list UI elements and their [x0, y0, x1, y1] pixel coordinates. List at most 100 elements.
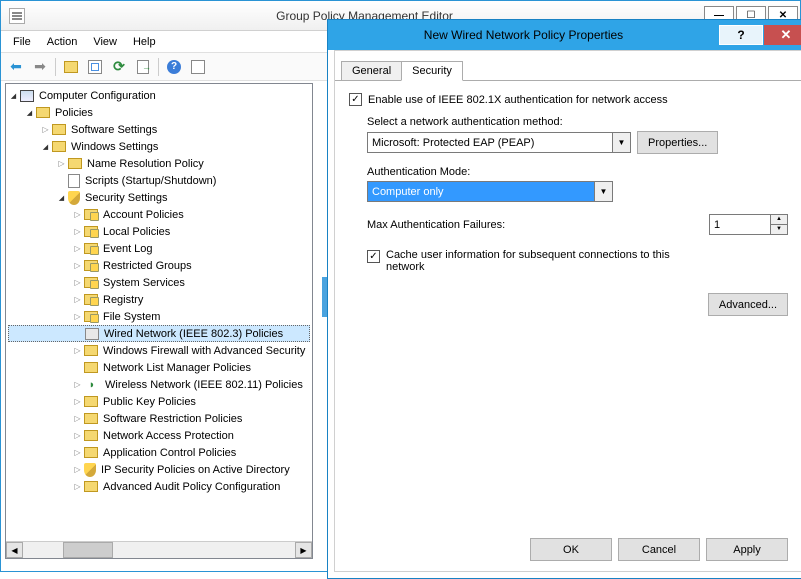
tree-root[interactable]: Computer Configuration — [8, 87, 310, 104]
expander-icon[interactable] — [72, 277, 83, 288]
tree-software[interactable]: Software Settings — [8, 121, 310, 138]
folder-icon — [84, 345, 98, 356]
scroll-thumb[interactable] — [63, 542, 113, 558]
shield-icon — [68, 191, 80, 205]
dropdown-icon: ▼ — [612, 133, 630, 152]
expander-icon[interactable] — [72, 481, 83, 492]
expander-icon[interactable] — [72, 413, 83, 424]
enable-8021x-label: Enable use of IEEE 802.1X authentication… — [368, 94, 668, 106]
expander-icon[interactable] — [72, 447, 83, 458]
tree-nlmp[interactable]: Network List Manager Policies — [8, 359, 310, 376]
tree-restricted[interactable]: Restricted Groups — [8, 257, 310, 274]
folder-lock-icon — [84, 209, 98, 220]
tree-filesystem[interactable]: File System — [8, 308, 310, 325]
scroll-left-button[interactable]: ◀ — [6, 542, 23, 558]
tab-content: Enable use of IEEE 802.1X authentication… — [335, 81, 801, 328]
cache-checkbox[interactable] — [367, 250, 380, 263]
tree-local[interactable]: Local Policies — [8, 223, 310, 240]
spinner-down-button[interactable]: ▼ — [771, 225, 787, 234]
expander-icon[interactable] — [72, 379, 83, 390]
folder-icon — [68, 158, 82, 169]
up-button[interactable] — [60, 56, 82, 78]
tree-acp[interactable]: Application Control Policies — [8, 444, 310, 461]
show-hide-button[interactable] — [84, 56, 106, 78]
toolbar-separator — [158, 58, 159, 76]
authmode-row: Computer only ▼ — [367, 181, 788, 202]
shield-icon — [84, 463, 96, 477]
tree-nameres[interactable]: Name Resolution Policy — [8, 155, 310, 172]
folder-icon — [84, 396, 98, 407]
properties-button[interactable]: Properties... — [637, 131, 718, 154]
apply-button[interactable]: Apply — [706, 538, 788, 561]
refresh-button[interactable]: ⟳ — [108, 56, 130, 78]
expander-icon[interactable] — [24, 107, 35, 118]
tree-nap[interactable]: Network Access Protection — [8, 427, 310, 444]
tree-account[interactable]: Account Policies — [8, 206, 310, 223]
tree-policies[interactable]: Policies — [8, 104, 310, 121]
back-button[interactable]: ⬅ — [5, 56, 27, 78]
tree-wired[interactable]: Wired Network (IEEE 802.3) Policies — [8, 325, 310, 342]
tab-general[interactable]: General — [341, 61, 402, 81]
tree-pane[interactable]: Computer Configuration Policies Software… — [5, 83, 313, 559]
tree-srp[interactable]: Software Restriction Policies — [8, 410, 310, 427]
expander-icon[interactable] — [72, 243, 83, 254]
authmode-select[interactable]: Computer only ▼ — [367, 181, 613, 202]
scroll-right-button[interactable]: ▶ — [295, 542, 312, 558]
dialog-titlebar[interactable]: New Wired Network Policy Properties ? ✕ — [328, 20, 801, 50]
expander-icon[interactable] — [72, 464, 83, 475]
export-button[interactable] — [132, 56, 154, 78]
auth-settings-block: Select a network authentication method: … — [349, 116, 788, 316]
tree-ipsec[interactable]: IP Security Policies on Active Directory — [8, 461, 310, 478]
app-icon — [9, 8, 25, 24]
expander-icon[interactable] — [40, 124, 51, 135]
authmethod-row: Microsoft: Protected EAP (PEAP) ▼ Proper… — [367, 131, 788, 154]
folder-lock-icon — [84, 277, 98, 288]
tree-firewall[interactable]: Windows Firewall with Advanced Security — [8, 342, 310, 359]
folder-icon — [84, 413, 98, 424]
expander-icon[interactable] — [72, 226, 83, 237]
tree-registry[interactable]: Registry — [8, 291, 310, 308]
tree-scripts[interactable]: Scripts (Startup/Shutdown) — [8, 172, 310, 189]
tree-pki[interactable]: Public Key Policies — [8, 393, 310, 410]
enable-8021x-checkbox[interactable] — [349, 93, 362, 106]
expander-icon[interactable] — [8, 90, 19, 101]
folder-lock-icon — [84, 260, 98, 271]
tree-wireless[interactable]: Wireless Network (IEEE 802.11) Policies — [8, 376, 310, 393]
menu-file[interactable]: File — [5, 34, 39, 50]
menu-help[interactable]: Help — [125, 34, 164, 50]
expander-icon[interactable] — [72, 311, 83, 322]
splitter[interactable] — [317, 85, 327, 565]
expander-icon[interactable] — [72, 294, 83, 305]
advanced-button[interactable]: Advanced... — [708, 293, 788, 316]
cancel-button[interactable]: Cancel — [618, 538, 700, 561]
horizontal-scrollbar[interactable]: ◀ ▶ — [6, 541, 312, 558]
authmethod-select[interactable]: Microsoft: Protected EAP (PEAP) ▼ — [367, 132, 631, 153]
expander-icon[interactable] — [72, 396, 83, 407]
dialog-help-button[interactable]: ? — [719, 25, 763, 45]
tabbar: General Security — [335, 57, 801, 81]
tree-sysservices[interactable]: System Services — [8, 274, 310, 291]
expander-icon[interactable] — [56, 158, 67, 169]
ok-button[interactable]: OK — [530, 538, 612, 561]
expander-icon[interactable] — [72, 345, 83, 356]
expander-icon[interactable] — [72, 260, 83, 271]
menu-view[interactable]: View — [85, 34, 125, 50]
menu-action[interactable]: Action — [39, 34, 86, 50]
expander-icon[interactable] — [72, 430, 83, 441]
tree-security[interactable]: Security Settings — [8, 189, 310, 206]
expander-icon[interactable] — [72, 209, 83, 220]
authmethod-label: Select a network authentication method: — [367, 116, 788, 128]
tree-windows[interactable]: Windows Settings — [8, 138, 310, 155]
maxfail-input[interactable] — [709, 214, 771, 235]
expander-icon[interactable] — [40, 141, 51, 152]
filter-button[interactable] — [187, 56, 209, 78]
tree-audit[interactable]: Advanced Audit Policy Configuration — [8, 478, 310, 495]
forward-button[interactable]: ➡ — [29, 56, 51, 78]
spinner-up-button[interactable]: ▲ — [771, 215, 787, 225]
tree-eventlog[interactable]: Event Log — [8, 240, 310, 257]
tab-security[interactable]: Security — [401, 61, 463, 81]
dialog-title: New Wired Network Policy Properties — [328, 28, 719, 42]
dialog-close-button[interactable]: ✕ — [764, 25, 801, 45]
expander-icon[interactable] — [56, 192, 67, 203]
help-button[interactable] — [163, 56, 185, 78]
